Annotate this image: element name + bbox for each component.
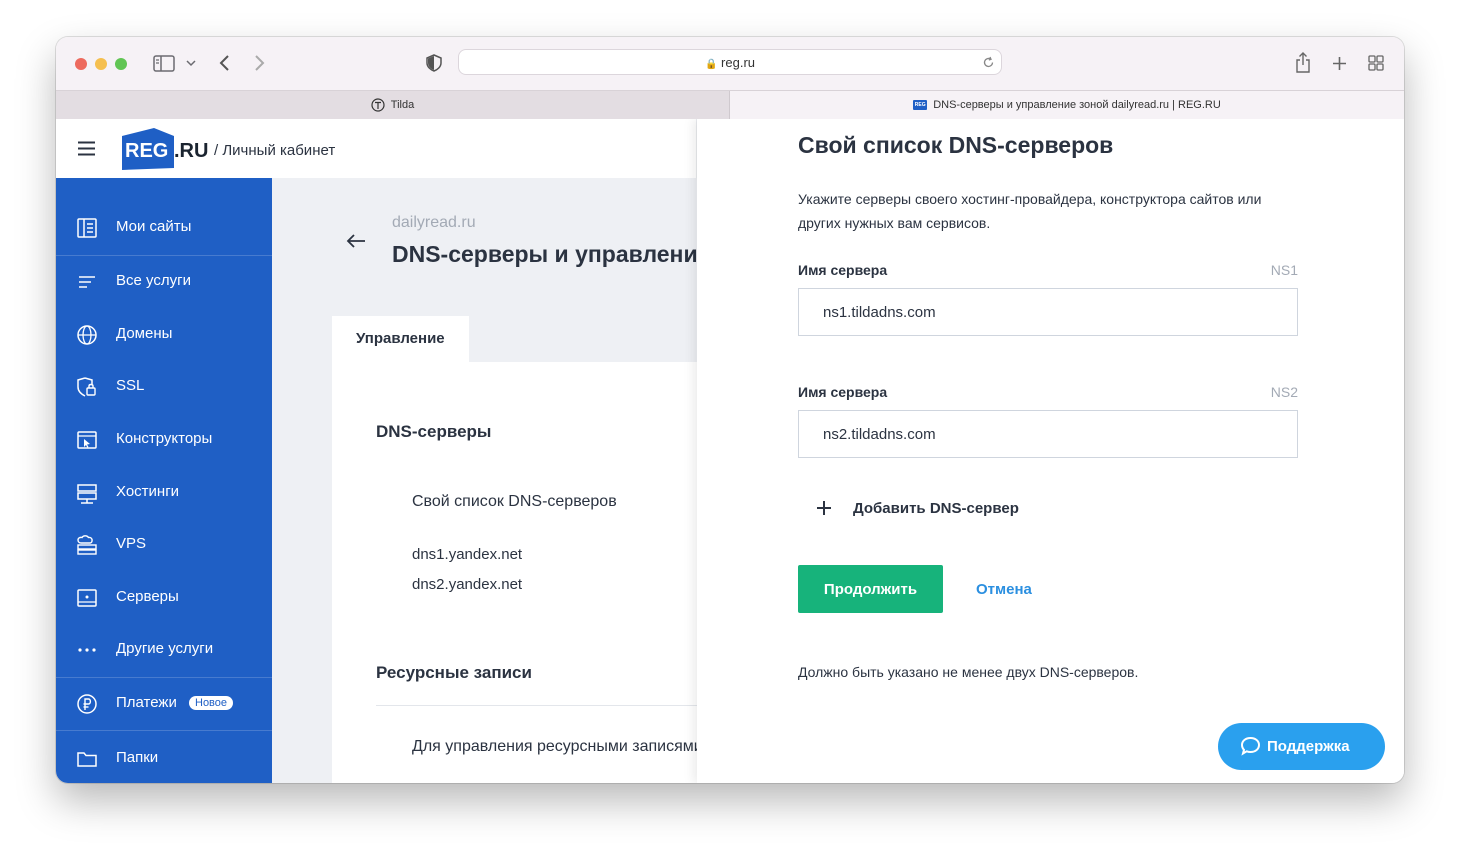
sidebar-item-folders[interactable]: Папки bbox=[56, 733, 272, 783]
tab-overview-icon[interactable] bbox=[1368, 55, 1384, 71]
support-button[interactable]: Поддержка bbox=[1218, 723, 1385, 770]
drawer-title: Свой список DNS-серверов bbox=[798, 132, 1114, 158]
add-dns-server-button[interactable]: Добавить DNS-сервер bbox=[815, 497, 1055, 521]
share-icon[interactable] bbox=[1295, 52, 1311, 73]
tab-management[interactable]: Управление bbox=[332, 316, 469, 362]
field-label: Имя сервера bbox=[798, 262, 888, 278]
forward-icon[interactable] bbox=[254, 54, 266, 72]
more-icon bbox=[78, 648, 96, 652]
page: REG .RU / Личный кабинет Мои сайты Все у… bbox=[56, 119, 1404, 783]
tilda-favicon-icon bbox=[371, 98, 385, 112]
back-arrow-icon[interactable] bbox=[346, 234, 366, 248]
folder-icon bbox=[77, 752, 97, 767]
sites-icon bbox=[77, 218, 97, 238]
new-badge: Новое bbox=[189, 696, 234, 710]
sidebar-item-my-sites[interactable]: Мои сайты bbox=[56, 202, 272, 254]
dns-drawer: Свой список DNS-серверов Укажите серверы… bbox=[697, 119, 1404, 783]
drawer-description-line: других нужных вам сервисов. bbox=[798, 215, 991, 231]
records-text: Для управления ресурсными записями bbox=[412, 738, 703, 755]
field-tag: NS2 bbox=[1270, 384, 1298, 400]
minimize-window-button[interactable] bbox=[95, 58, 107, 70]
sidebar-item-ssl[interactable]: SSL bbox=[56, 361, 272, 413]
sidebar-item-builders[interactable]: Конструкторы bbox=[56, 414, 272, 466]
globe-icon bbox=[77, 325, 97, 345]
dns-server-item: dns2.yandex.net bbox=[412, 576, 523, 593]
reload-icon[interactable] bbox=[982, 56, 995, 69]
address-bar[interactable]: 🔒 reg.ru bbox=[458, 49, 1002, 75]
records-section-title: Ресурсные записи bbox=[376, 663, 532, 682]
builder-icon bbox=[77, 431, 97, 449]
site-header: REG .RU / Личный кабинет bbox=[56, 119, 696, 178]
min-servers-note: Должно быть указано не менее двух DNS-се… bbox=[798, 664, 1139, 680]
sidebar-item-payments[interactable]: Платежи Новое bbox=[56, 678, 272, 730]
regru-favicon-icon: REG bbox=[913, 100, 928, 110]
hosting-icon bbox=[77, 484, 97, 504]
drawer-description-line: Укажите серверы своего хостинг-провайдер… bbox=[798, 191, 1262, 207]
ns2-input[interactable]: ns2.tildadns.com bbox=[798, 410, 1298, 458]
tab-regru[interactable]: REG DNS-серверы и управление зоной daily… bbox=[730, 91, 1404, 119]
sidebar-item-servers[interactable]: Серверы bbox=[56, 572, 272, 624]
ruble-icon bbox=[77, 694, 97, 714]
lock-icon: 🔒 bbox=[704, 59, 718, 70]
server-icon bbox=[77, 589, 97, 607]
sidebar-item-vps[interactable]: VPS bbox=[56, 519, 272, 571]
plus-icon bbox=[817, 501, 831, 515]
dns-list-title: Свой список DNS-серверов bbox=[412, 493, 617, 510]
menu-icon[interactable] bbox=[78, 141, 95, 156]
field-label: Имя сервера bbox=[798, 384, 888, 400]
sidebar-item-other-services[interactable]: Другие услуги bbox=[56, 624, 272, 676]
cabinet-label: / Личный кабинет bbox=[214, 142, 336, 159]
sidebar: Мои сайты Все услуги Домены SSL Конструк… bbox=[56, 178, 272, 783]
sidebar-divider bbox=[56, 730, 272, 731]
list-icon bbox=[79, 276, 95, 288]
browser-window: 🔒 reg.ru Tilda REG DNS-серверы и управле… bbox=[56, 37, 1404, 783]
cloud-server-icon bbox=[77, 535, 97, 555]
tab-label: DNS-серверы и управление зоной dailyread… bbox=[933, 99, 1221, 111]
chat-bubble-icon bbox=[1240, 736, 1261, 756]
new-tab-icon[interactable] bbox=[1332, 56, 1347, 71]
cancel-link[interactable]: Отмена bbox=[976, 581, 1032, 598]
close-window-button[interactable] bbox=[75, 58, 87, 70]
browser-toolbar: 🔒 reg.ru bbox=[56, 37, 1404, 90]
dns-section-title: DNS-серверы bbox=[376, 422, 492, 441]
sidebar-toggle-icon[interactable] bbox=[153, 55, 175, 72]
sidebar-item-all-services[interactable]: Все услуги bbox=[56, 256, 272, 308]
sidebar-item-domains[interactable]: Домены bbox=[56, 309, 272, 361]
tab-label: Tilda bbox=[390, 99, 415, 111]
browser-tab-strip: Tilda REG DNS-серверы и управление зоной… bbox=[56, 90, 1404, 119]
chevron-down-icon[interactable] bbox=[186, 60, 196, 67]
sidebar-item-hosting[interactable]: Хостинги bbox=[56, 467, 272, 519]
maximize-window-button[interactable] bbox=[115, 58, 127, 70]
main-content: dailyread.ru DNS-серверы и управление зо… bbox=[272, 178, 784, 783]
continue-button[interactable]: Продолжить bbox=[798, 565, 943, 613]
back-icon[interactable] bbox=[218, 54, 230, 72]
breadcrumb[interactable]: dailyread.ru bbox=[392, 214, 476, 232]
section-divider bbox=[376, 705, 732, 706]
tab-tilda[interactable]: Tilda bbox=[56, 91, 730, 119]
ns1-input[interactable]: ns1.tildadns.com bbox=[798, 288, 1298, 336]
shield-lock-icon bbox=[77, 377, 96, 397]
dns-server-item: dns1.yandex.net bbox=[412, 546, 523, 563]
privacy-shield-icon[interactable] bbox=[426, 54, 442, 72]
field-tag: NS1 bbox=[1270, 262, 1298, 278]
address-text: reg.ru bbox=[721, 55, 756, 70]
management-card: DNS-серверы Свой список DNS-серверов dns… bbox=[332, 362, 732, 783]
